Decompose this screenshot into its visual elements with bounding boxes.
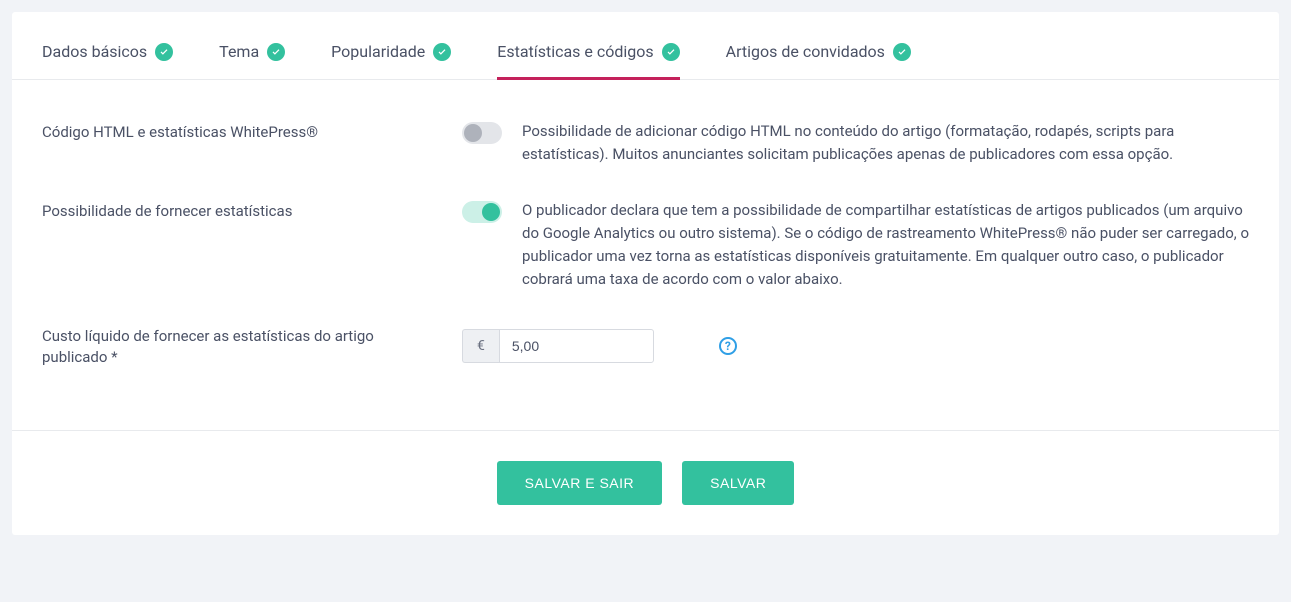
row-provide-stats: Possibilidade de fornecer estatísticas O… [42, 199, 1249, 292]
desc-provide-stats: O publicador declara que tem a possibili… [522, 199, 1249, 292]
footer-actions: SALVAR E SAIR SALVAR [12, 430, 1279, 535]
check-icon [893, 43, 911, 61]
input-net-cost[interactable] [499, 329, 654, 363]
check-icon [662, 43, 680, 61]
toggle-knob [482, 203, 500, 221]
form-content: Código HTML e estatísticas WhitePress® P… [12, 80, 1279, 430]
toggle-knob [464, 124, 482, 142]
tab-label: Tema [219, 42, 259, 61]
save-button[interactable]: SALVAR [682, 461, 794, 505]
help-icon[interactable]: ? [719, 337, 737, 355]
tab-estatisticas-codigos[interactable]: Estatísticas e códigos [497, 12, 679, 79]
control-col [462, 120, 522, 148]
tab-label: Artigos de convidados [726, 42, 885, 61]
label-html-code: Código HTML e estatísticas WhitePress® [42, 120, 462, 143]
tab-popularidade[interactable]: Popularidade [331, 12, 451, 79]
save-exit-button[interactable]: SALVAR E SAIR [497, 461, 662, 505]
tab-dados-basicos[interactable]: Dados básicos [42, 12, 173, 79]
control-col [462, 199, 522, 227]
currency-symbol: € [462, 329, 499, 363]
row-html-code: Código HTML e estatísticas WhitePress® P… [42, 120, 1249, 167]
label-net-cost: Custo líquido de fornecer as estatística… [42, 324, 462, 368]
label-provide-stats: Possibilidade de fornecer estatísticas [42, 199, 462, 222]
check-icon [433, 43, 451, 61]
check-icon [155, 43, 173, 61]
tab-tema[interactable]: Tema [219, 12, 285, 79]
tab-label: Popularidade [331, 42, 425, 61]
tabs-bar: Dados básicos Tema Popularidade Estatíst… [12, 12, 1279, 80]
tab-artigos-convidados[interactable]: Artigos de convidados [726, 12, 911, 79]
row-net-cost: Custo líquido de fornecer as estatística… [42, 324, 1249, 368]
toggle-html-code[interactable] [462, 122, 502, 144]
desc-html-code: Possibilidade de adicionar código HTML n… [522, 120, 1249, 167]
check-icon [267, 43, 285, 61]
toggle-provide-stats[interactable] [462, 201, 502, 223]
input-group-net-cost: € [462, 329, 654, 363]
tab-label: Dados básicos [42, 42, 147, 61]
settings-panel: Dados básicos Tema Popularidade Estatíst… [12, 12, 1279, 535]
tab-label: Estatísticas e códigos [497, 42, 653, 61]
